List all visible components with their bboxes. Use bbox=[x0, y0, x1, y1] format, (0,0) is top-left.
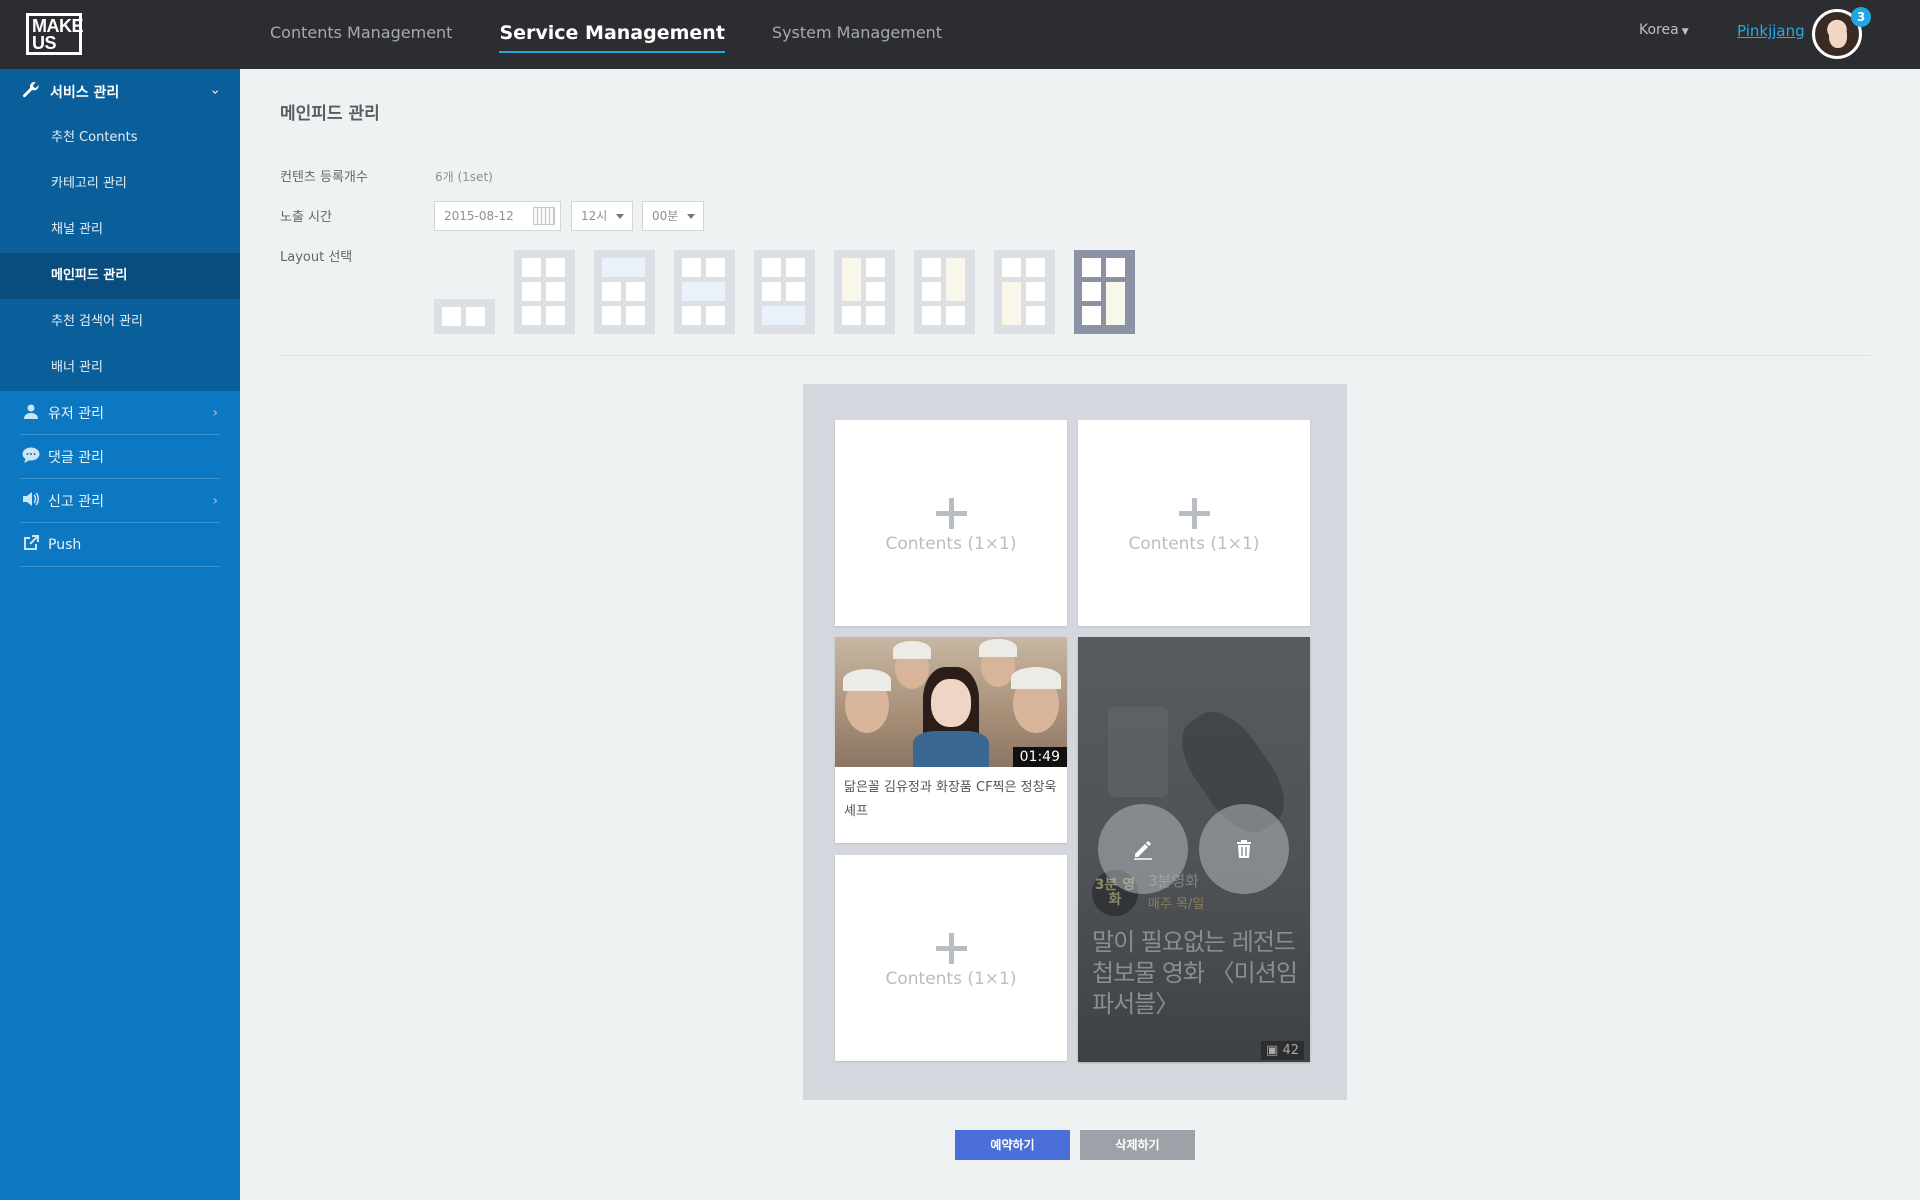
trash-icon bbox=[1237, 840, 1251, 858]
content-slot-add[interactable]: Contents (1×1) bbox=[1078, 420, 1310, 626]
slot-label: Contents (1×1) bbox=[885, 969, 1017, 989]
sidebar-item-recommended-contents[interactable]: 추천 Contents bbox=[0, 115, 240, 161]
avatar-face bbox=[1829, 24, 1847, 48]
sidebar-item-users[interactable]: 유저 관리 › bbox=[20, 391, 220, 435]
layout-option-5[interactable] bbox=[754, 250, 815, 334]
sidebar-item-reports[interactable]: 신고 관리 › bbox=[20, 479, 220, 523]
count-value: 6개 (1set) bbox=[435, 170, 493, 184]
sidebar-item-channel[interactable]: 채널 관리 bbox=[0, 207, 240, 253]
caret-down-icon bbox=[687, 214, 695, 219]
featured-content-card[interactable]: 3분 영화 3분영화 매주 목/일 말이 필요없는 레전드 첩보물 영화 〈미션… bbox=[1078, 637, 1310, 1062]
layout-option-3[interactable] bbox=[594, 250, 655, 334]
calendar-icon[interactable] bbox=[533, 207, 555, 225]
page-title: 메인피드 관리 bbox=[280, 104, 380, 124]
chevron-right-icon: › bbox=[212, 492, 218, 509]
sidebar-item-comments[interactable]: 댓글 관리 bbox=[20, 435, 220, 479]
featured-title: 말이 필요없는 레전드 첩보물 영화 〈미션임파서블〉 bbox=[1092, 928, 1298, 1018]
sidebar-submenu: 추천 Contents 카테고리 관리 채널 관리 메인피드 관리 추천 검색어… bbox=[0, 115, 240, 391]
layout-option-1[interactable] bbox=[434, 299, 495, 334]
chevron-down-icon: › bbox=[207, 89, 224, 95]
notification-badge[interactable]: 3 bbox=[1851, 7, 1871, 27]
hour-value: 12시 bbox=[581, 209, 608, 223]
image-icon: ▣ bbox=[1266, 1043, 1279, 1058]
chat-bubble-icon bbox=[20, 447, 42, 467]
region-label: Korea bbox=[1639, 22, 1679, 38]
minute-select[interactable]: 00분 bbox=[642, 201, 704, 231]
layout-option-6[interactable] bbox=[834, 250, 895, 334]
channel-schedule: 매주 목/일 bbox=[1148, 897, 1205, 912]
delete-button[interactable]: 삭제하기 bbox=[1080, 1130, 1195, 1160]
slot-label: Contents (1×1) bbox=[1128, 534, 1260, 554]
layout-option-8[interactable] bbox=[994, 250, 1055, 334]
video-duration: 01:49 bbox=[1012, 747, 1067, 767]
content-slot-add[interactable]: Contents (1×1) bbox=[835, 855, 1067, 1061]
sidebar-section-label: 서비스 관리 bbox=[50, 85, 120, 101]
divider bbox=[280, 355, 1871, 356]
pencil-icon bbox=[1134, 841, 1152, 860]
minute-value: 00분 bbox=[652, 209, 679, 223]
sidebar-section-service[interactable]: 서비스 관리 › bbox=[0, 69, 240, 115]
image-count: 42 bbox=[1282, 1043, 1299, 1058]
sidebar: 서비스 관리 › 추천 Contents 카테고리 관리 채널 관리 메인피드 … bbox=[0, 69, 240, 1200]
hour-select[interactable]: 12시 bbox=[571, 201, 633, 231]
sidebar-item-mainfeed[interactable]: 메인피드 관리 bbox=[0, 253, 240, 299]
sidebar-item-push[interactable]: Push bbox=[20, 523, 220, 567]
caret-down-icon: ▼ bbox=[1681, 27, 1689, 37]
time-label: 노출 시간 bbox=[280, 210, 332, 225]
edit-button[interactable] bbox=[1098, 804, 1188, 894]
share-out-icon bbox=[20, 534, 42, 555]
wrench-icon bbox=[22, 81, 42, 103]
layout-option-9-selected[interactable] bbox=[1074, 250, 1135, 334]
image-count-badge: ▣ 42 bbox=[1261, 1041, 1304, 1060]
sidebar-item-category[interactable]: 카테고리 관리 bbox=[0, 161, 240, 207]
sidebar-item-label: Push bbox=[48, 536, 82, 553]
layout-option-2[interactable] bbox=[514, 250, 575, 334]
sidebar-item-search-keywords[interactable]: 추천 검색어 관리 bbox=[0, 299, 240, 345]
video-content-card[interactable]: 01:49 닮은꼴 김유정과 화장품 CF찍은 정창욱 셰프 bbox=[835, 637, 1067, 843]
feed-layout-canvas: Contents (1×1) Contents (1×1) 01:49 닮은꼴 … bbox=[803, 384, 1347, 1100]
layout-option-7[interactable] bbox=[914, 250, 975, 334]
sidebar-item-label: 신고 관리 bbox=[48, 493, 104, 510]
sidebar-item-label: 유저 관리 bbox=[48, 405, 104, 422]
slot-label: Contents (1×1) bbox=[885, 534, 1017, 554]
plus-icon bbox=[936, 498, 967, 529]
makeus-logo[interactable]: MAKE US bbox=[26, 13, 84, 55]
top-nav: Contents Management Service Management S… bbox=[270, 0, 989, 69]
date-value: 2015-08-12 bbox=[444, 209, 514, 223]
plus-icon bbox=[1179, 498, 1210, 529]
reserve-button[interactable]: 예약하기 bbox=[955, 1130, 1070, 1160]
chevron-right-icon: › bbox=[212, 404, 218, 421]
top-bar: MAKE US Contents Management Service Mana… bbox=[0, 0, 1920, 69]
sidebar-item-label: 댓글 관리 bbox=[48, 449, 104, 466]
sidebar-item-banner[interactable]: 배너 관리 bbox=[0, 345, 240, 391]
caret-down-icon bbox=[616, 214, 624, 219]
region-dropdown[interactable]: Korea ▼ bbox=[1639, 22, 1689, 38]
layout-option-4[interactable] bbox=[674, 250, 735, 334]
delete-item-button[interactable] bbox=[1199, 804, 1289, 894]
video-thumbnail: 01:49 bbox=[835, 637, 1067, 767]
sidebar-menu: 유저 관리 › 댓글 관리 신고 관리 › Push bbox=[20, 391, 220, 567]
count-label: 컨텐츠 등록개수 bbox=[280, 170, 368, 185]
layout-label: Layout 선택 bbox=[280, 250, 353, 265]
plus-icon bbox=[936, 933, 967, 964]
tab-system-management[interactable]: System Management bbox=[772, 0, 942, 69]
tab-service-management[interactable]: Service Management bbox=[499, 0, 726, 69]
username-link[interactable]: Pinkjjang bbox=[1737, 22, 1805, 40]
date-picker[interactable]: 2015-08-12 bbox=[434, 201, 561, 231]
content-slot-add[interactable]: Contents (1×1) bbox=[835, 420, 1067, 626]
video-title: 닮은꼴 김유정과 화장품 CF찍은 정창욱 셰프 bbox=[844, 780, 1057, 819]
user-icon bbox=[20, 403, 42, 423]
speaker-icon bbox=[20, 491, 42, 511]
tab-contents-management[interactable]: Contents Management bbox=[270, 0, 452, 69]
